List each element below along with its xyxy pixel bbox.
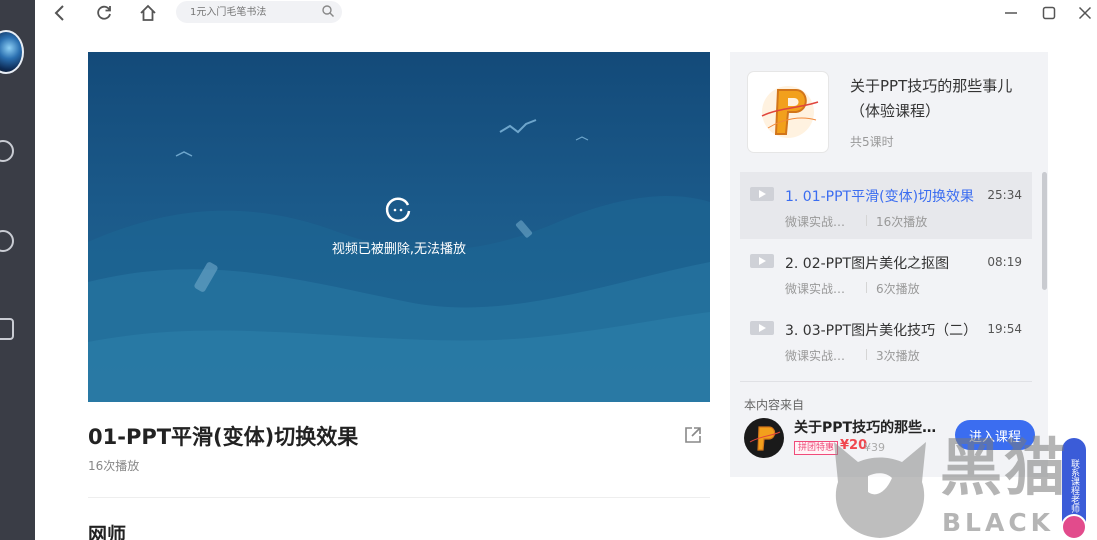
lesson-play-count: 3次播放	[876, 349, 920, 363]
source-avatar[interactable]	[744, 418, 784, 458]
lesson-source: 微课实战集训营	[785, 349, 857, 363]
lesson-list: 1. 01-PPT平滑(变体)切换效果 25:34 微课实战集训营 16次播放 …	[740, 172, 1032, 373]
lesson-source: 微课实战集训营	[785, 282, 857, 296]
home-icon[interactable]	[137, 2, 159, 24]
top-bar	[35, 0, 1097, 26]
source-label: 本内容来自	[744, 398, 805, 412]
lesson-duration: 08:19	[987, 255, 1022, 269]
course-lesson-count: 共5课时	[850, 135, 894, 149]
video-error-message: 视频已被删除,无法播放	[331, 242, 467, 257]
search-input[interactable]	[190, 4, 318, 20]
play-icon	[750, 321, 774, 335]
source-original-price: ¥39	[864, 441, 885, 454]
video-player[interactable]: 视频已被删除,无法播放	[88, 52, 710, 402]
user-avatar[interactable]	[0, 30, 24, 74]
lesson-scrollbar[interactable]	[1042, 172, 1047, 290]
close-icon[interactable]	[1074, 2, 1096, 24]
enter-course-button[interactable]: 进入课程	[955, 420, 1035, 450]
refresh-icon[interactable]	[93, 2, 115, 24]
lesson-play-count: 16次播放	[876, 215, 928, 229]
chat-icon[interactable]	[0, 230, 14, 252]
maximize-icon[interactable]	[1038, 2, 1060, 24]
minimize-icon[interactable]	[1000, 2, 1022, 24]
lesson-source: 微课实战集训营	[785, 215, 857, 229]
ppt-logo-icon	[761, 86, 819, 138]
play-icon	[750, 254, 774, 268]
left-rail	[0, 0, 35, 540]
lesson-item[interactable]: 2. 02-PPT图片美化之抠图 08:19 微课实战集训营 6次播放	[740, 239, 1032, 306]
lesson-title: 1. 01-PPT平滑(变体)切换效果	[785, 189, 975, 205]
assistant-avatar[interactable]	[1061, 514, 1087, 540]
lesson-separator	[866, 282, 867, 293]
calendar-icon[interactable]	[0, 318, 14, 340]
lesson-duration: 19:54	[987, 322, 1022, 336]
lesson-play-count: 6次播放	[876, 282, 920, 296]
play-icon	[750, 187, 774, 201]
lesson-separator	[866, 349, 867, 360]
source-course-name[interactable]: 关于PPT技巧的那些事儿	[794, 417, 944, 437]
search-icon[interactable]	[322, 5, 334, 17]
video-play-count: 16次播放	[88, 459, 140, 473]
lesson-title: 2. 02-PPT图片美化之抠图	[785, 256, 950, 272]
error-icon	[385, 197, 411, 222]
planet-icon[interactable]	[0, 140, 14, 162]
video-placeholder-illustration	[88, 119, 710, 402]
lesson-item[interactable]: 3. 03-PPT图片美化技巧（二） 19:54 微课实战集训营 3次播放	[740, 306, 1032, 373]
share-icon[interactable]	[683, 425, 703, 445]
promo-badge: 拼团特惠	[794, 441, 839, 455]
ppt-logo-icon	[749, 426, 781, 451]
lesson-duration: 25:34	[987, 188, 1022, 202]
video-title: 01-PPT平滑(变体)切换效果	[88, 425, 359, 449]
course-panel: 关于PPT技巧的那些事儿（体验课程） 共5课时 1. 01-PPT平滑(变体)切…	[730, 52, 1048, 477]
course-cover[interactable]	[748, 72, 828, 152]
panel-divider	[740, 381, 1032, 382]
content-divider	[88, 497, 710, 498]
search-box[interactable]	[176, 1, 342, 23]
course-title: 关于PPT技巧的那些事儿（体验课程）	[850, 77, 1013, 120]
lesson-separator	[866, 215, 867, 226]
back-icon[interactable]	[49, 2, 71, 24]
lesson-item[interactable]: 1. 01-PPT平滑(变体)切换效果 25:34 微课实战集训营 16次播放	[740, 172, 1032, 239]
lesson-title: 3. 03-PPT图片美化技巧（二）	[785, 323, 978, 339]
teacher-name: 网师	[88, 524, 127, 540]
